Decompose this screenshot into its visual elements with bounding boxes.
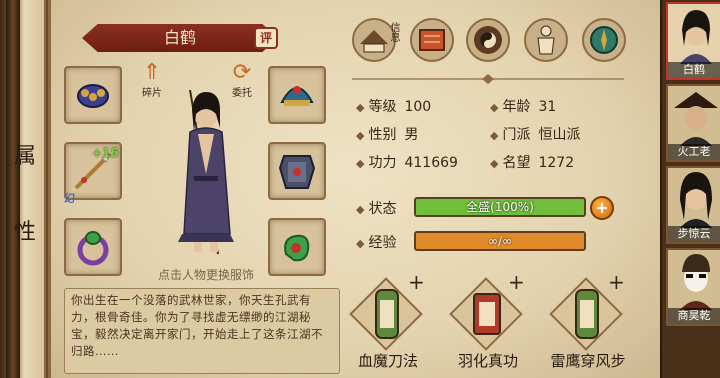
scroll-char-1: 属 (14, 144, 37, 169)
add-status-button[interactable]: + (590, 196, 614, 220)
exp-label: ◆ 经验 (356, 235, 397, 251)
scroll-book-icon (419, 29, 445, 51)
change-outfit-hint: 点击人物更换服饰 (157, 268, 254, 282)
bracer-icon (77, 84, 109, 108)
roster-card-3[interactable]: 步惊云 (666, 166, 720, 244)
scroll-char-2: 性 (14, 220, 37, 245)
hat-letter-icon (360, 30, 388, 53)
character-bio: 你出生在一个没落的武林世家，你天生孔武有力，根骨奇佳。你为了寻找虚无缥缈的江湖秘… (64, 288, 340, 374)
character-name-banner: 白鹤 (82, 24, 278, 52)
stat-fame: ◆ 名望 1272 (490, 155, 575, 171)
roster-card-2[interactable]: 火工老 (666, 84, 720, 162)
scroll-rod (6, 0, 20, 378)
equip-slot-helmet[interactable] (268, 66, 326, 124)
roster-name: 白鹤 (668, 62, 720, 78)
meridian-tab[interactable] (524, 18, 568, 62)
skill-add-icon[interactable]: + (608, 270, 625, 294)
status-bar-text: 全盛(100%) (466, 200, 534, 214)
weapon-enhance-level: +15 (92, 146, 119, 160)
skill-scroll-icon (575, 289, 599, 339)
portrait-icon (680, 10, 712, 64)
skill-slot-3[interactable]: + 雷鹰穿风步 (548, 270, 628, 376)
swap-arrow-icon: ⟳ (232, 60, 252, 85)
weapon-tag: 幻 (64, 192, 75, 205)
diamond-icon: ◆ (356, 237, 365, 250)
portrait-icon (674, 92, 718, 146)
compass-icon (590, 26, 618, 54)
diamond-icon: ◆ (490, 157, 499, 170)
roster-name: 火工老 (668, 144, 720, 160)
diamond-icon: ◆ (490, 101, 499, 114)
roster-card-4[interactable]: 商昊乾 (666, 248, 720, 326)
skill-name: 血魔刀法 (357, 352, 418, 370)
diamond-icon: ◆ (356, 203, 365, 216)
eval-button[interactable]: 评 (254, 27, 278, 49)
skill-slot-1[interactable]: + 血魔刀法 (348, 270, 428, 376)
character-roster: 白鹤 火工老 步惊云 商昊乾 (660, 0, 720, 378)
diamond-icon: ◆ (490, 129, 499, 142)
stat-power: ◆ 功力 411669 (356, 155, 458, 171)
roster-name: 商昊乾 (668, 308, 720, 324)
status-bar: 全盛(100%) (414, 197, 586, 217)
book-tab[interactable] (410, 18, 454, 62)
body-meridian-icon (537, 25, 555, 55)
left-scroll: 属 性 (0, 0, 46, 378)
status-label: ◆ 状态 (356, 201, 397, 217)
ring-icon (77, 231, 109, 266)
roster-name: 步惊云 (668, 226, 720, 242)
diamond-icon: ◆ (356, 101, 365, 114)
roster-card-1[interactable]: 白鹤 (666, 2, 720, 80)
skill-add-icon[interactable]: + (508, 270, 525, 294)
skill-book-icon (473, 293, 501, 335)
jade-pendant-icon (284, 234, 310, 262)
stat-level: ◆ 等级 100 (356, 99, 432, 115)
skill-scroll-icon (375, 289, 399, 339)
stat-sect: ◆ 门派 恒山派 (490, 127, 581, 143)
bagua-icon (474, 26, 502, 54)
stat-age: ◆ 年龄 31 (490, 99, 557, 115)
skill-slot-2[interactable]: + 羽化真功 (448, 270, 528, 376)
stat-gender: ◆ 性别男 (356, 127, 419, 143)
up-arrow-icon: ⇑ (142, 60, 162, 85)
character-figure[interactable] (160, 84, 250, 260)
skill-name: 雷鹰穿风步 (550, 352, 626, 370)
exp-bar: ∞/∞ (414, 231, 586, 251)
bagua-tab[interactable] (466, 18, 510, 62)
equip-slot-bracer[interactable] (64, 66, 122, 124)
info-tab-label: 信息 (388, 22, 399, 42)
skill-name: 羽化真功 (457, 352, 518, 370)
divider-ornament (352, 74, 624, 84)
skill-add-icon[interactable]: + (408, 270, 425, 294)
diamond-icon: ◆ (356, 157, 365, 170)
portrait-icon (680, 254, 712, 310)
equip-slot-armor[interactable] (268, 142, 326, 200)
armor-icon (278, 155, 316, 189)
helmet-icon (280, 86, 314, 106)
portrait-icon (680, 172, 712, 228)
exp-bar-text: ∞/∞ (487, 234, 513, 248)
compass-tab[interactable] (582, 18, 626, 62)
diamond-icon: ◆ (356, 129, 365, 142)
equip-slot-ring[interactable] (64, 218, 122, 276)
